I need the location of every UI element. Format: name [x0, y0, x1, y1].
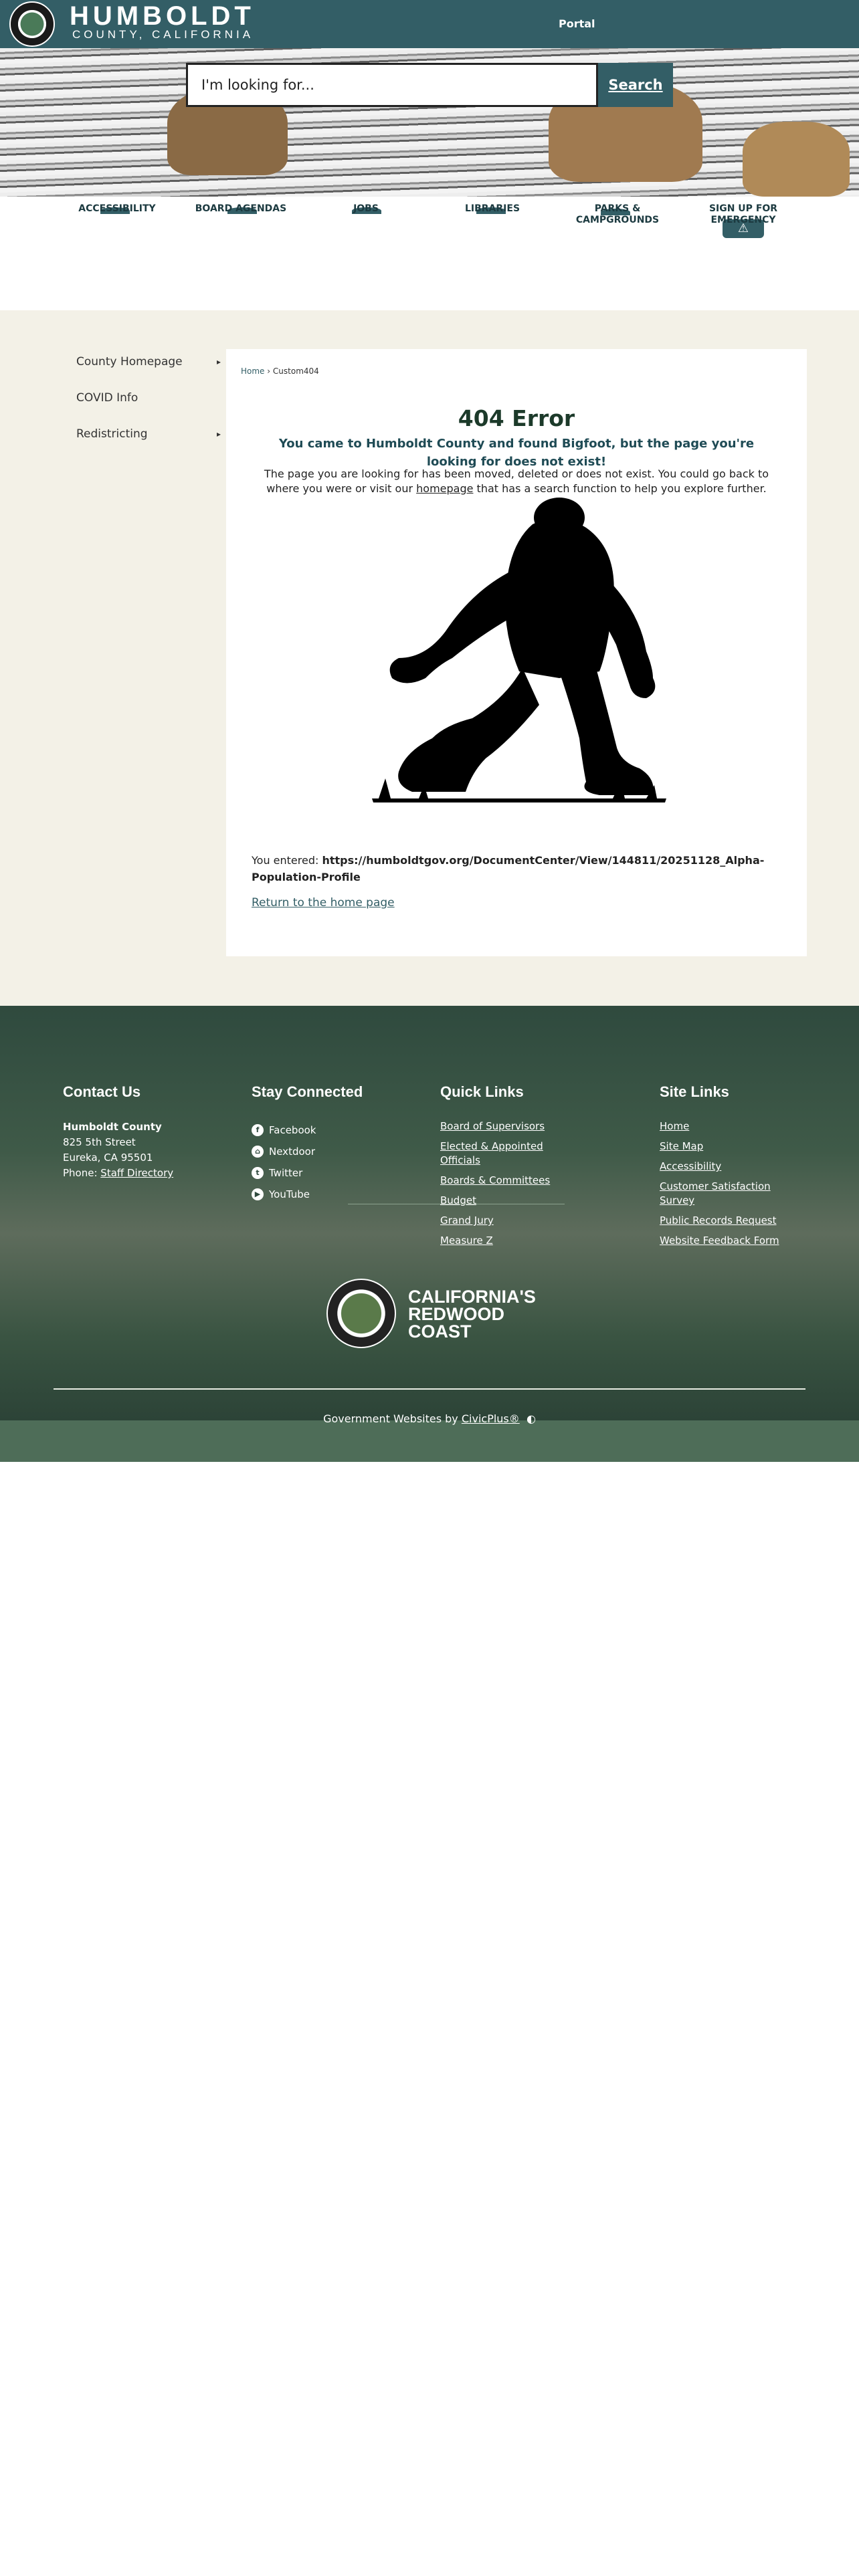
civicplus-link[interactable]: CivicPlus® — [462, 1412, 520, 1425]
footer-social-heading: Stay Connected — [252, 1083, 363, 1100]
footer-link-customer-survey[interactable]: Customer Satisfaction Survey — [660, 1180, 780, 1208]
quicklink-emergency-signup[interactable]: SIGN UP FOR EMERGENCY — [686, 203, 800, 226]
quicklink-board-agendas[interactable]: BOARD AGENDAS — [184, 203, 298, 215]
site-footer: Contact Us Humboldt County 825 5th Stree… — [0, 1006, 859, 1420]
portal-link[interactable]: Portal — [559, 17, 595, 30]
footer-contact-heading: Contact Us — [63, 1083, 141, 1100]
footer-link-boards-committees[interactable]: Boards & Committees — [440, 1174, 582, 1188]
logo-county-name[interactable]: HUMBOLDT — [70, 1, 255, 31]
nextdoor-icon: ⌂ — [252, 1146, 264, 1158]
page-title: 404 Error — [458, 405, 575, 431]
civicplus-logo-icon: ◐ — [522, 1412, 536, 1425]
footer-link-home[interactable]: Home — [660, 1119, 780, 1134]
social-link-facebook[interactable]: f Facebook — [252, 1119, 363, 1141]
footer-contact-column: Contact Us Humboldt County 825 5th Stree… — [63, 1083, 173, 1181]
chevron-right-icon[interactable]: ▸ — [217, 425, 221, 443]
sidebar-item-redistricting[interactable]: Redistricting ▸ — [64, 425, 221, 461]
sidebar-item-label: Redistricting — [76, 427, 148, 441]
footer-brand-text: CALIFORNIA'S REDWOOD COAST — [408, 1287, 536, 1341]
breadcrumb-separator: › — [267, 366, 271, 376]
main-content-area: County Homepage ▸ COVID Info Redistricti… — [0, 310, 859, 1006]
quick-links-row: ACCESSIBILITY BOARD AGENDAS JOBS LIBRARI… — [0, 197, 859, 310]
error-content-panel: Home › Custom404 404 Error You came to H… — [226, 349, 807, 956]
return-home-link[interactable]: Return to the home page — [252, 896, 395, 909]
social-link-twitter[interactable]: t Twitter — [252, 1162, 363, 1184]
social-link-youtube[interactable]: ▶ YouTube — [252, 1184, 363, 1205]
footer-site-links-heading: Site Links — [660, 1083, 729, 1100]
footer-link-public-records[interactable]: Public Records Request — [660, 1214, 780, 1228]
footer-link-measure-z[interactable]: Measure Z — [440, 1234, 582, 1248]
contact-org-name: Humboldt County — [63, 1121, 162, 1133]
footer-divider — [54, 1388, 805, 1390]
error-subtitle: You came to Humboldt County and found Bi… — [278, 437, 755, 469]
search-input[interactable] — [188, 65, 596, 105]
footer-social-column: Stay Connected f Facebook ⌂ Nextdoor t Twit… — [252, 1083, 363, 1205]
footer-link-grand-jury[interactable]: Grand Jury — [440, 1214, 582, 1228]
twitter-icon: t — [252, 1167, 264, 1179]
breadcrumb-home-link[interactable]: Home — [241, 366, 264, 376]
sidebar-item-label: COVID Info — [76, 391, 138, 405]
error-description: The page you are looking for has been mo… — [264, 467, 769, 495]
quicklink-accessibility[interactable]: ACCESSIBILITY — [60, 203, 174, 215]
footer-link-budget[interactable]: Budget — [440, 1194, 582, 1208]
top-header-bar: HUMBOLDT COUNTY, CALIFORNIA Portal — [0, 0, 859, 48]
sidebar-item-county-homepage[interactable]: County Homepage ▸ — [64, 353, 221, 389]
footer-link-accessibility[interactable]: Accessibility — [660, 1160, 780, 1174]
entered-url-line: You entered: https://humboldtgov.org/Doc… — [252, 852, 787, 885]
contact-phone: Phone: Staff Directory — [63, 1167, 174, 1179]
sidebar-item-covid-info[interactable]: COVID Info — [64, 389, 221, 425]
contact-street: 825 5th Street — [63, 1136, 136, 1148]
quicklink-libraries[interactable]: LIBRARIES — [436, 203, 549, 215]
footer-county-seal-logo — [326, 1279, 396, 1348]
side-navigation: County Homepage ▸ COVID Info Redistricti… — [64, 353, 221, 461]
hero-elk-image — [743, 122, 850, 197]
logo-county-subtitle[interactable]: COUNTY, CALIFORNIA — [72, 28, 254, 41]
breadcrumb: Home › Custom404 — [241, 366, 319, 376]
footer-link-site-map[interactable]: Site Map — [660, 1140, 780, 1154]
chevron-right-icon[interactable]: ▸ — [217, 353, 221, 370]
search-box — [186, 63, 598, 107]
bigfoot-illustration — [372, 498, 666, 802]
entered-url: https://humboldtgov.org/DocumentCenter/V… — [252, 854, 765, 883]
quicklink-jobs[interactable]: JOBS — [309, 203, 423, 215]
county-seal-logo[interactable] — [9, 1, 55, 47]
entered-label: You entered: — [252, 854, 322, 867]
footer-link-board-of-supervisors[interactable]: Board of Supervisors — [440, 1119, 582, 1134]
breadcrumb-current: Custom404 — [272, 366, 319, 376]
footer-link-feedback-form[interactable]: Website Feedback Form — [660, 1234, 780, 1248]
homepage-link[interactable]: homepage — [416, 482, 473, 495]
youtube-icon: ▶ — [252, 1188, 264, 1200]
sidebar-item-label: County Homepage — [76, 355, 183, 368]
social-link-nextdoor[interactable]: ⌂ Nextdoor — [252, 1141, 363, 1162]
footer-site-links-column: Site Links Home Site Map Accessibility C… — [660, 1083, 780, 1254]
civicplus-credit: Government Websites by CivicPlus® ◐ — [323, 1412, 536, 1425]
footer-quick-links-column: Quick Links Board of Supervisors Elected… — [440, 1083, 582, 1254]
quicklink-parks-campgrounds[interactable]: PARKS & CAMPGROUNDS — [561, 203, 674, 226]
staff-directory-link[interactable]: Staff Directory — [100, 1167, 173, 1179]
facebook-icon: f — [252, 1124, 264, 1136]
civicplus-credit-bar — [0, 1420, 859, 1462]
footer-link-elected-officials[interactable]: Elected & Appointed Officials — [440, 1140, 582, 1168]
footer-quick-links-heading: Quick Links — [440, 1083, 524, 1100]
contact-city: Eureka, CA 95501 — [63, 1152, 153, 1164]
search-button[interactable]: Search — [598, 63, 673, 107]
